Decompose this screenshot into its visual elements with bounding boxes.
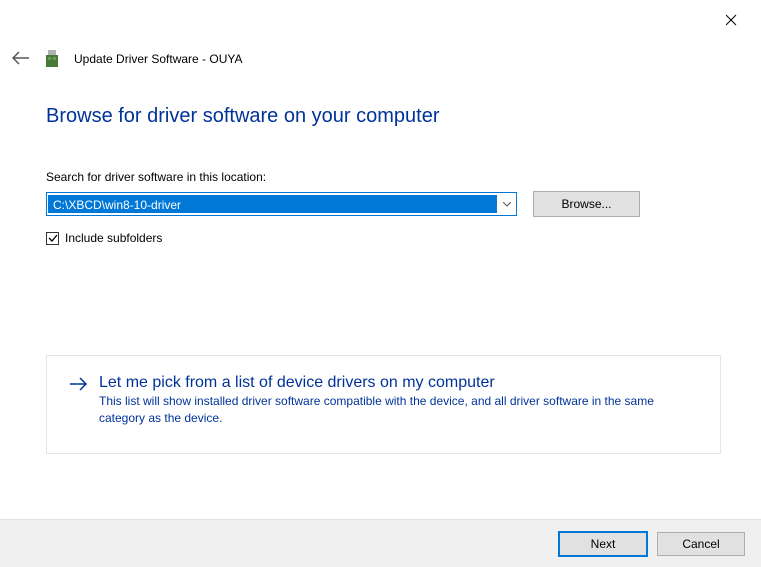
wizard-header: Update Driver Software - OUYA — [12, 49, 243, 69]
path-value[interactable]: C:\XBCD\win8-10-driver — [48, 195, 497, 213]
include-subfolders-row[interactable]: Include subfolders — [46, 231, 721, 245]
back-button[interactable] — [12, 50, 30, 68]
browse-button[interactable]: Browse... — [533, 191, 640, 217]
path-combobox[interactable]: C:\XBCD\win8-10-driver — [46, 192, 517, 216]
combobox-dropdown-icon[interactable] — [498, 193, 516, 215]
window-title: Update Driver Software - OUYA — [74, 52, 243, 66]
next-button[interactable]: Next — [559, 532, 647, 556]
device-icon — [44, 49, 60, 69]
include-subfolders-checkbox[interactable] — [46, 232, 59, 245]
cancel-button[interactable]: Cancel — [657, 532, 745, 556]
pick-driver-option[interactable]: Let me pick from a list of device driver… — [46, 355, 721, 454]
pick-driver-title: Let me pick from a list of device driver… — [99, 374, 698, 392]
pick-driver-content: Let me pick from a list of device driver… — [99, 374, 698, 427]
footer-bar: Next Cancel — [0, 519, 761, 567]
include-subfolders-label: Include subfolders — [65, 231, 162, 245]
path-label: Search for driver software in this locat… — [46, 170, 721, 184]
arrow-right-icon — [69, 374, 87, 427]
page-heading: Browse for driver software on your compu… — [46, 105, 721, 128]
pick-driver-description: This list will show installed driver sof… — [99, 393, 698, 427]
close-button[interactable] — [721, 10, 741, 30]
